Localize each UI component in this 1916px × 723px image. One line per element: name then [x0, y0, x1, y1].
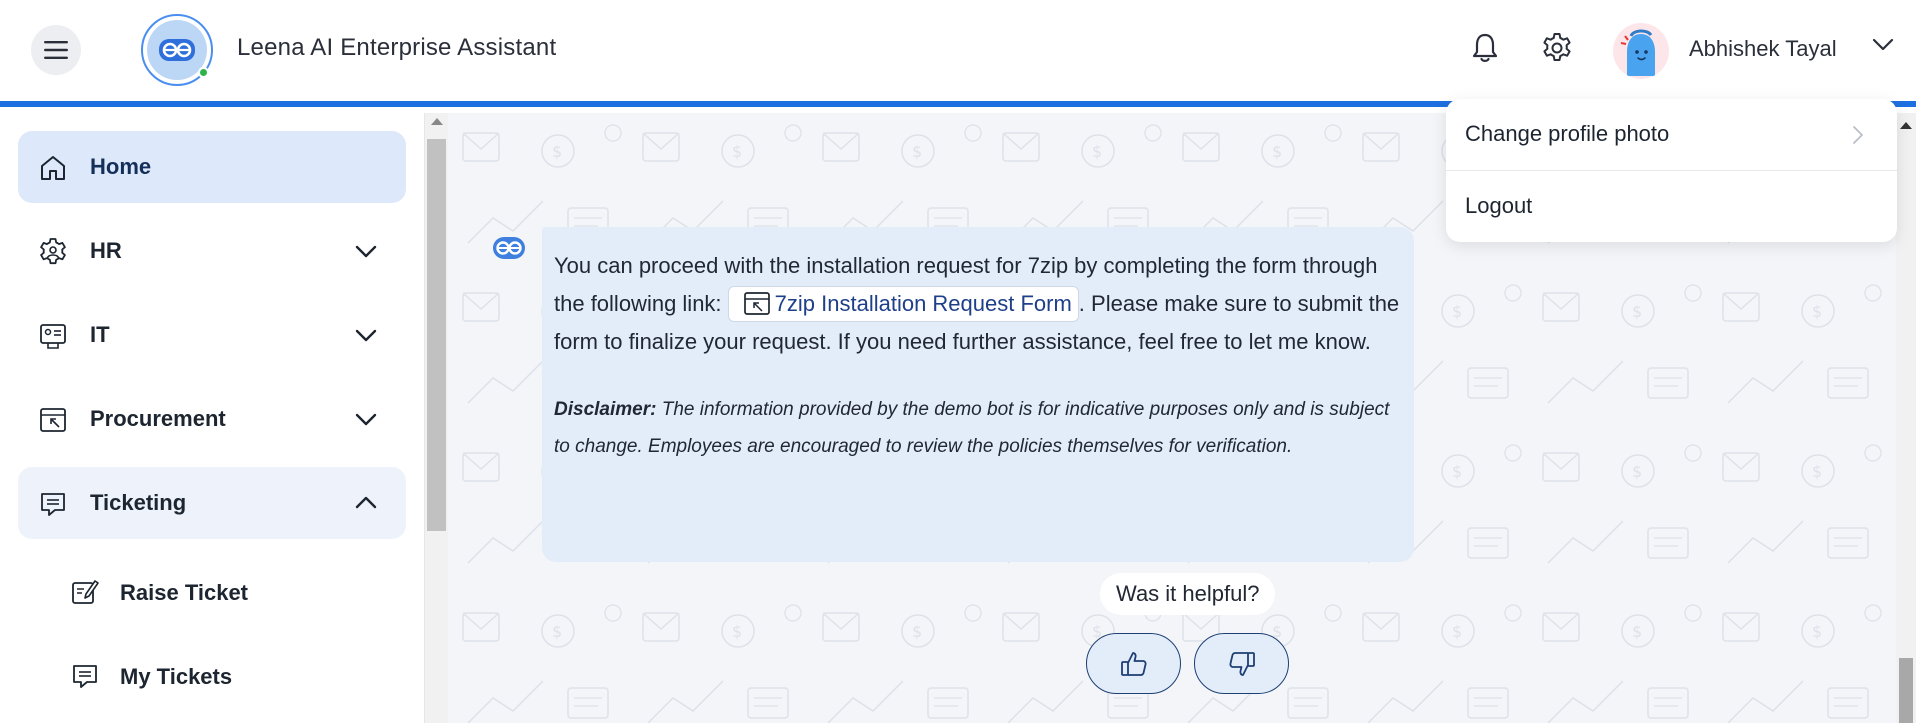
sidebar-scrollbar-thumb[interactable] [427, 139, 446, 531]
form-link-label: 7zip Installation Request Form [774, 291, 1072, 316]
feedback-question: Was it helpful? [1100, 573, 1276, 615]
scroll-up-arrow-icon[interactable] [1900, 122, 1912, 129]
chevron-up-icon [355, 496, 377, 509]
sidebar-item-label: Ticketing [90, 490, 187, 515]
edit-ticket-icon [72, 580, 99, 604]
chat-scrollbar-thumb[interactable] [1899, 658, 1913, 723]
menu-item-logout[interactable]: Logout [1446, 171, 1897, 242]
chevron-down-icon [1872, 38, 1894, 51]
menu-item-label: Logout [1465, 193, 1533, 218]
top-header: Leena AI Enterprise Assistant Abhishek T… [0, 0, 1916, 107]
app-title: Leena AI Enterprise Assistant [237, 34, 557, 61]
avatar-character-icon [1620, 29, 1655, 76]
external-form-icon [743, 292, 770, 315]
sidebar-subitem-label: Raise Ticket [120, 580, 249, 605]
app-logo [141, 14, 213, 86]
bot-avatar [492, 235, 526, 266]
hamburger-menu-button[interactable] [31, 25, 81, 75]
form-link-button[interactable]: 7zip Installation Request Form [727, 286, 1079, 322]
user-avatar[interactable] [1613, 23, 1669, 79]
bot-message-bubble: You can proceed with the installation re… [542, 227, 1414, 562]
sidebar-item-home[interactable]: Home [18, 131, 406, 203]
ticket-chat-icon [41, 493, 65, 516]
leena-logo-icon [159, 39, 195, 61]
ticket-chat-icon [73, 665, 97, 688]
disclaimer-body: The information provided by the demo bot… [554, 399, 1390, 457]
it-id-card-icon [40, 324, 66, 349]
sidebar-item-label: IT [90, 322, 110, 347]
bot-message-text: You can proceed with the installation re… [554, 247, 1402, 361]
menu-item-label: Change profile photo [1465, 121, 1670, 146]
thumbs-up-button[interactable] [1086, 633, 1181, 694]
user-menu-toggle[interactable] [1872, 38, 1894, 57]
thumbs-up-icon [1120, 651, 1147, 676]
sidebar-scrollbar[interactable] [425, 113, 448, 723]
scroll-up-arrow-icon[interactable] [431, 118, 443, 125]
disclaimer-label: Disclaimer: [554, 399, 657, 420]
chevron-down-icon [355, 413, 377, 426]
sidebar-subitem-label: My Tickets [120, 664, 233, 689]
notifications-button[interactable] [1467, 30, 1503, 66]
chat-scrollbar[interactable] [1896, 113, 1916, 723]
chevron-right-icon [1853, 126, 1863, 144]
leena-bot-icon [493, 237, 525, 259]
gear-icon [1543, 33, 1571, 61]
thumbs-down-button[interactable] [1194, 633, 1289, 694]
bell-icon [1472, 33, 1498, 62]
online-status-dot [198, 67, 209, 78]
home-icon [41, 156, 65, 180]
sidebar-item-procurement[interactable]: Procurement [18, 383, 406, 455]
sidebar-item-label: Home [90, 154, 152, 179]
chevron-down-icon [355, 245, 377, 258]
sidebar: Home HR IT Procurement Ticketing Raise T… [0, 113, 425, 723]
sidebar-item-label: HR [90, 238, 122, 263]
disclaimer-text: Disclaimer: The information provided by … [554, 391, 1402, 465]
thumbs-down-icon [1228, 651, 1255, 676]
chevron-down-icon [355, 329, 377, 342]
gear-user-icon [40, 238, 66, 265]
sidebar-item-label: Procurement [90, 406, 226, 431]
sidebar-item-ticketing[interactable]: Ticketing [18, 467, 406, 539]
sidebar-item-hr[interactable]: HR [18, 215, 406, 287]
hamburger-menu-icon [44, 41, 68, 59]
user-dropdown-menu: Change profile photo Logout [1446, 99, 1897, 242]
procurement-window-icon [40, 408, 66, 432]
menu-item-change-profile-photo[interactable]: Change profile photo [1446, 99, 1897, 170]
user-name[interactable]: Abhishek Tayal [1689, 36, 1837, 62]
sidebar-item-it[interactable]: IT [18, 299, 406, 371]
settings-button[interactable] [1539, 30, 1575, 66]
